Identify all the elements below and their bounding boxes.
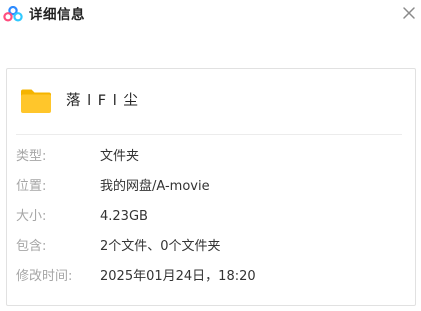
dialog-title: 详细信息 [29, 7, 85, 23]
dialog-header: 详细信息 [0, 0, 421, 32]
detail-row-type: 类型: 文件夹 [7, 147, 415, 167]
type-value: 文件夹 [100, 149, 140, 164]
file-name: 落 l F l 尘 [66, 93, 139, 109]
contains-value: 2个文件、0个文件夹 [100, 239, 221, 254]
folder-icon [21, 89, 51, 113]
location-label: 位置: [16, 179, 47, 194]
file-header: 落 l F l 尘 [7, 69, 415, 133]
type-label: 类型: [16, 149, 47, 164]
close-icon[interactable] [401, 5, 417, 21]
contains-label: 包含: [16, 239, 47, 254]
detail-row-location: 位置: 我的网盘/A-movie [7, 177, 415, 197]
size-value: 4.23GB [100, 209, 148, 224]
detail-row-contains: 包含: 2个文件、0个文件夹 [7, 237, 415, 257]
modified-time-label: 修改时间: [16, 269, 73, 284]
modified-time-value: 2025年01月24日，18:20 [100, 269, 256, 284]
location-value: 我的网盘/A-movie [100, 179, 210, 194]
divider [16, 134, 402, 135]
detail-row-modified: 修改时间: 2025年01月24日，18:20 [7, 267, 415, 287]
detail-card: 落 l F l 尘 类型: 文件夹 位置: 我的网盘/A-movie 大小: 4… [6, 68, 416, 306]
detail-row-size: 大小: 4.23GB [7, 207, 415, 227]
size-label: 大小: [16, 209, 47, 224]
baidu-netdisk-logo-icon [3, 6, 23, 22]
